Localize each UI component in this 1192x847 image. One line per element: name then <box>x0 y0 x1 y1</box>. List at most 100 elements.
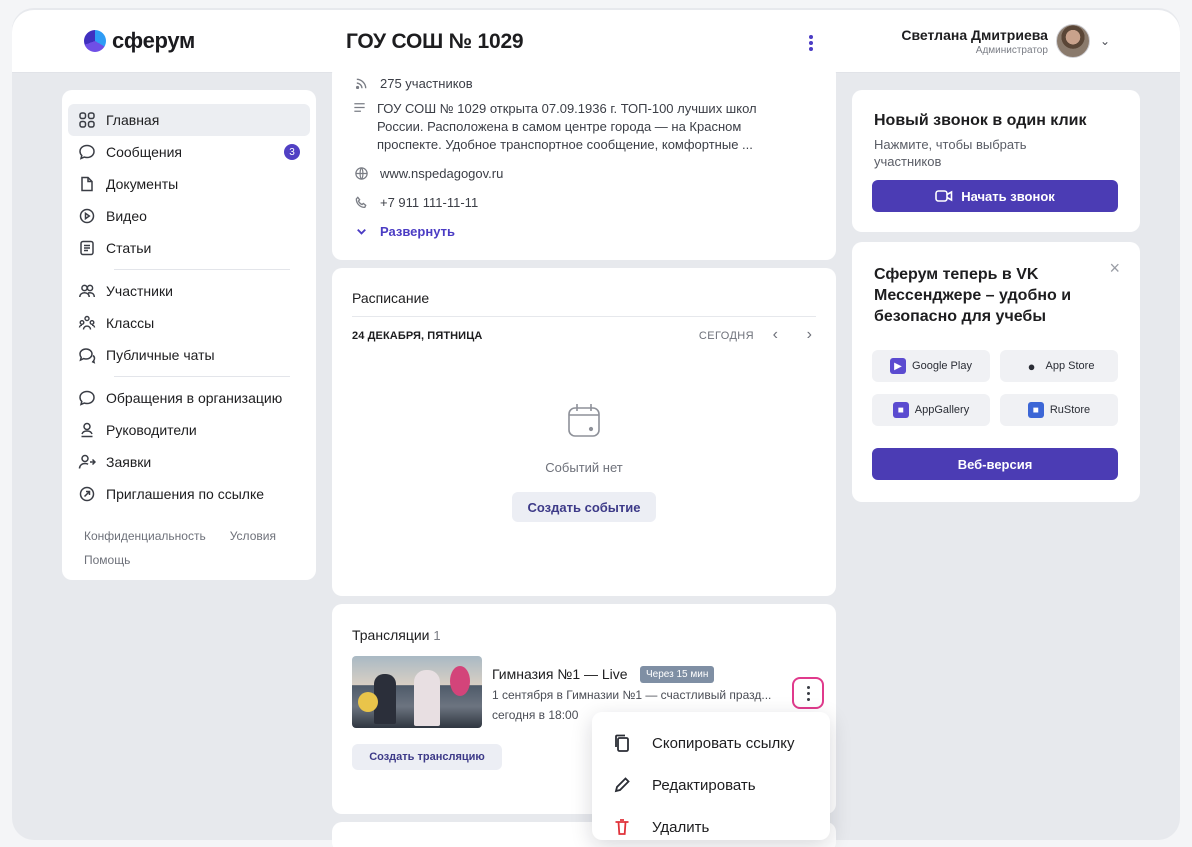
more-options-icon[interactable] <box>802 32 820 54</box>
edit-menu-item[interactable]: Редактировать <box>592 764 830 806</box>
sidebar-item-requests[interactable]: Заявки <box>68 446 310 478</box>
context-menu: Скопировать ссылку Редактировать Удалить <box>592 712 830 840</box>
article-icon <box>78 239 96 257</box>
create-event-button[interactable]: Создать событие <box>512 492 656 522</box>
sidebar-item-label: Документы <box>106 176 179 192</box>
sidebar-item-label: Сообщения <box>106 144 182 160</box>
web-version-button[interactable]: Веб-версия <box>872 448 1118 480</box>
website-row: www.nspedagogov.ru <box>352 166 503 181</box>
menu-item-label: Скопировать ссылку <box>652 734 795 752</box>
sidebar-item-video[interactable]: Видео <box>68 200 310 232</box>
avatar[interactable] <box>1055 24 1090 58</box>
sidebar-item-appeals[interactable]: Обращения в организацию <box>68 382 310 414</box>
sidebar-item-messages[interactable]: Сообщения 3 <box>68 136 310 168</box>
schedule-title: Расписание <box>352 290 430 306</box>
delete-menu-item[interactable]: Удалить <box>592 806 830 847</box>
sidebar-item-articles[interactable]: Статьи <box>68 232 310 264</box>
sidebar-footer: Конфиденциальность Условия Помощь <box>68 510 310 572</box>
broadcasts-title-text: Трансляции <box>352 627 430 643</box>
promo-title: Сферум теперь в VK Мессенджере – удобно … <box>874 266 1072 325</box>
chevron-down-icon[interactable]: ⌄ <box>1100 34 1110 48</box>
globe-icon <box>352 166 370 181</box>
user-menu[interactable]: Светлана Дмитриева Администратор ⌄ <box>901 24 1110 58</box>
close-icon[interactable]: × <box>1109 258 1120 279</box>
schedule-date: 24 ДЕКАБРЯ, ПЯТНИЦА <box>352 330 483 342</box>
sidebar-item-classes[interactable]: Классы <box>68 307 310 339</box>
broadcast-name[interactable]: Гимназия №1 — Live <box>492 666 628 682</box>
chevron-down-icon <box>352 224 370 239</box>
broadcast-time: сегодня в 18:00 <box>492 708 579 722</box>
sidebar-item-label: Приглашения по ссылке <box>106 486 265 502</box>
help-link[interactable]: Помощь <box>84 553 130 567</box>
more-vertical-icon[interactable] <box>792 677 824 709</box>
person-icon <box>78 421 96 439</box>
text-lines-icon <box>352 100 367 115</box>
sidebar-item-label: Руководители <box>106 422 197 438</box>
expand-button[interactable]: Развернуть <box>380 224 455 239</box>
appeal-icon <box>78 389 96 407</box>
start-call-label: Начать звонок <box>961 188 1055 204</box>
schedule-card: Расписание 24 ДЕКАБРЯ, ПЯТНИЦА СЕГОДНЯ ‹… <box>332 268 836 596</box>
pencil-icon <box>612 775 632 795</box>
sidebar-item-public-chats[interactable]: Публичные чаты <box>68 339 310 371</box>
menu-item-label: Редактировать <box>652 776 756 794</box>
user-name: Светлана Дмитриева <box>901 26 1048 43</box>
sidebar-item-label: Обращения в организацию <box>106 390 283 406</box>
privacy-link[interactable]: Конфиденциальность <box>84 524 206 548</box>
trash-icon <box>612 817 632 837</box>
start-call-button[interactable]: Начать звонок <box>872 180 1118 212</box>
video-play-icon <box>78 207 96 225</box>
broadcasts-title: Трансляции 1 <box>352 627 441 643</box>
website-link[interactable]: www.nspedagogov.ru <box>380 166 503 181</box>
user-role: Администратор <box>975 44 1048 56</box>
page-title: ГОУ СОШ № 1029 <box>346 30 524 53</box>
organization-info-card: 275 участников ГОУ СОШ № 1029 открыта 07… <box>332 64 836 260</box>
public-chat-icon <box>78 346 96 364</box>
organization-description: ГОУ СОШ № 1029 открыта 07.09.1936 г. ТОП… <box>377 101 757 152</box>
divider <box>114 376 290 377</box>
logo[interactable]: сферум <box>84 28 195 54</box>
appgallery-button[interactable]: ■ AppGallery <box>872 394 990 426</box>
today-button[interactable]: СЕГОДНЯ <box>699 330 754 342</box>
apple-icon: ● <box>1027 358 1036 374</box>
link-arrow-icon <box>78 485 96 503</box>
status-badge: Через 15 мин <box>640 666 715 683</box>
description-row: ГОУ СОШ № 1029 открыта 07.09.1936 г. ТОП… <box>352 100 792 154</box>
broadcast-description: 1 сентября в Гимназии №1 — счастливый пр… <box>492 688 772 702</box>
sidebar-item-documents[interactable]: Документы <box>68 168 310 200</box>
unread-badge: 3 <box>284 144 300 160</box>
call-subtitle: Нажмите, чтобы выбрать участников <box>874 137 1027 169</box>
store-label: Google Play <box>912 360 972 372</box>
terms-link[interactable]: Условия <box>230 524 276 548</box>
rustore-button[interactable]: ■ RuStore <box>1000 394 1118 426</box>
chevron-left-icon[interactable]: ‹ <box>773 326 778 344</box>
copy-link-menu-item[interactable]: Скопировать ссылку <box>592 722 830 764</box>
sidebar-item-label: Главная <box>106 112 160 128</box>
broadcast-thumbnail[interactable] <box>352 656 482 728</box>
google-play-icon: ▶ <box>890 358 907 374</box>
sidebar-item-managers[interactable]: Руководители <box>68 414 310 446</box>
new-call-card: Новый звонок в один клик Нажмите, чтобы … <box>852 90 1140 232</box>
sidebar-item-home[interactable]: Главная <box>68 104 310 136</box>
sidebar-item-label: Классы <box>106 315 155 331</box>
chevron-right-icon[interactable]: › <box>807 326 812 344</box>
store-label: AppGallery <box>914 404 970 416</box>
sidebar-item-members[interactable]: Участники <box>68 275 310 307</box>
divider <box>114 269 290 270</box>
create-broadcast-button[interactable]: Создать трансляцию <box>352 744 502 770</box>
broadcasts-count: 1 <box>433 628 441 643</box>
sferum-logo-icon <box>84 30 106 52</box>
google-play-button[interactable]: ▶ Google Play <box>872 350 990 382</box>
document-icon <box>78 175 96 193</box>
sidebar-item-invitations[interactable]: Приглашения по ссылке <box>68 478 310 510</box>
person-add-icon <box>78 453 96 471</box>
rustore-icon: ■ <box>1027 402 1044 418</box>
call-title: Новый звонок в один клик <box>874 112 1087 129</box>
phone-number[interactable]: +7 911 111-11-11 <box>380 195 478 210</box>
appgallery-icon: ■ <box>892 402 909 418</box>
sidebar-item-label: Статьи <box>106 240 152 256</box>
app-store-button[interactable]: ● App Store <box>1000 350 1118 382</box>
expand-row[interactable]: Развернуть <box>352 224 455 239</box>
sidebar-item-label: Видео <box>106 208 147 224</box>
sidebar-item-label: Заявки <box>106 454 152 470</box>
